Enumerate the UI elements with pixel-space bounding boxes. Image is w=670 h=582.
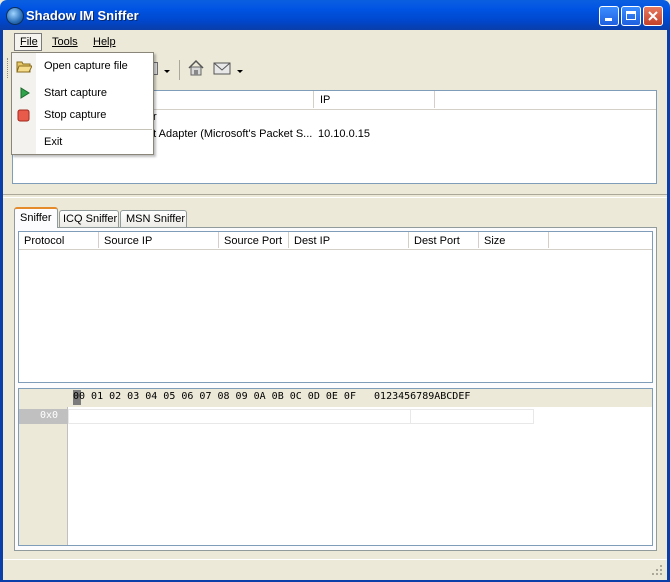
menu-tools-label: Tools: [52, 36, 78, 48]
tab-icq-sniffer[interactable]: ICQ Sniffer: [59, 210, 119, 227]
mail-icon: [213, 62, 231, 75]
column-header-dest-ip[interactable]: Dest IP: [294, 235, 330, 247]
splitter[interactable]: [3, 194, 667, 198]
window-title: Shadow IM Sniffer: [26, 8, 139, 23]
menu-file[interactable]: File: [14, 33, 42, 51]
maximize-icon: [626, 11, 636, 20]
column-separator[interactable]: [548, 232, 549, 248]
column-separator[interactable]: [218, 232, 219, 248]
maximize-button[interactable]: [621, 6, 641, 26]
status-bar: [3, 559, 667, 580]
column-header-size[interactable]: Size: [484, 235, 505, 247]
resize-grip-icon[interactable]: [650, 563, 664, 577]
hex-offset-gutter: [19, 407, 67, 545]
menu-help-label: Help: [93, 36, 116, 48]
column-separator[interactable]: [408, 232, 409, 248]
menu-file-label: File: [20, 36, 38, 48]
home-button[interactable]: [187, 59, 205, 77]
tab-sniffer-label: Sniffer: [20, 212, 52, 224]
menu-separator: [40, 129, 152, 130]
folder-open-icon: [16, 61, 32, 73]
minimize-icon: [605, 18, 612, 21]
hex-row[interactable]: [68, 409, 534, 424]
column-header-source-ip[interactable]: Source IP: [104, 235, 152, 247]
mail-button[interactable]: [213, 60, 233, 76]
mail-dropdown-arrow-icon[interactable]: [237, 70, 244, 74]
column-separator[interactable]: [434, 91, 435, 108]
tab-icq-sniffer-label: ICQ Sniffer: [63, 213, 118, 225]
minimize-button[interactable]: [599, 6, 619, 26]
column-separator[interactable]: [313, 91, 314, 108]
tab-msn-sniffer-label: MSN Sniffer: [126, 213, 186, 225]
tab-msn-sniffer[interactable]: MSN Sniffer: [120, 210, 187, 227]
column-header-protocol[interactable]: Protocol: [24, 235, 64, 247]
menu-item-stop-capture[interactable]: Stop capture: [44, 109, 106, 121]
column-header-dest-port[interactable]: Dest Port: [414, 235, 460, 247]
hex-offset: 0x0: [40, 410, 59, 421]
toolbar-separator: [179, 60, 180, 80]
tab-sniffer[interactable]: Sniffer: [14, 207, 58, 228]
hex-header-text: 00 01 02 03 04 05 06 07 08 09 0A 0B 0C 0…: [73, 391, 471, 402]
gutter-divider: [67, 407, 68, 545]
hex-ascii-divider: [410, 409, 411, 424]
column-separator[interactable]: [478, 232, 479, 248]
stop-icon: [17, 109, 30, 122]
home-icon: [188, 59, 204, 76]
column-header-source-port[interactable]: Source Port: [224, 235, 282, 247]
dropdown-arrow-icon[interactable]: [164, 70, 171, 74]
window-border-left: [0, 30, 3, 582]
adapter-ip[interactable]: 10.10.0.15: [318, 128, 370, 140]
column-separator[interactable]: [98, 232, 99, 248]
play-icon: [20, 87, 30, 99]
app-icon: [6, 7, 24, 25]
menu-item-start-capture[interactable]: Start capture: [44, 87, 107, 99]
column-header-ip[interactable]: IP: [320, 94, 330, 106]
close-icon: [648, 11, 658, 21]
column-separator[interactable]: [288, 232, 289, 248]
adapter-name[interactable]: et Adapter (Microsoft's Packet S...: [147, 128, 312, 140]
close-button[interactable]: [643, 6, 663, 26]
menu-item-open-capture-file[interactable]: Open capture file: [44, 60, 128, 72]
packet-list[interactable]: [18, 231, 653, 383]
menu-help[interactable]: Help: [93, 36, 116, 48]
menu-tools[interactable]: Tools: [52, 36, 78, 48]
menu-item-exit[interactable]: Exit: [44, 136, 62, 148]
